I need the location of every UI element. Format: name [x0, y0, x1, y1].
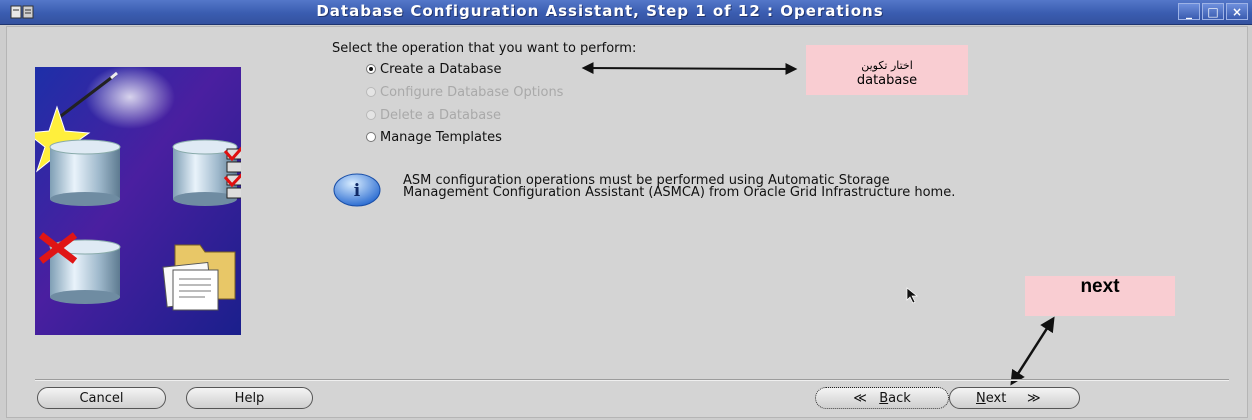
back-button[interactable]: ≪ Back [815, 387, 949, 409]
next-chevron-icon: ≫ [1026, 391, 1041, 406]
back-label-rest: ack [888, 391, 911, 406]
cancel-button[interactable]: Cancel [37, 387, 166, 409]
mouse-cursor-icon [906, 287, 918, 304]
back-mnemonic: B [879, 391, 889, 406]
footer-separator [35, 379, 1229, 381]
double-arrow-icon [1010, 316, 1055, 386]
double-arrow-icon [581, 62, 798, 75]
next-label-rest: ext [985, 391, 1007, 406]
annotation-arrows [581, 62, 1055, 386]
next-mnemonic: N [976, 391, 986, 406]
next-button[interactable]: Next ≫ [949, 387, 1080, 409]
back-chevron-icon: ≪ [853, 391, 867, 406]
help-button[interactable]: Help [186, 387, 313, 409]
